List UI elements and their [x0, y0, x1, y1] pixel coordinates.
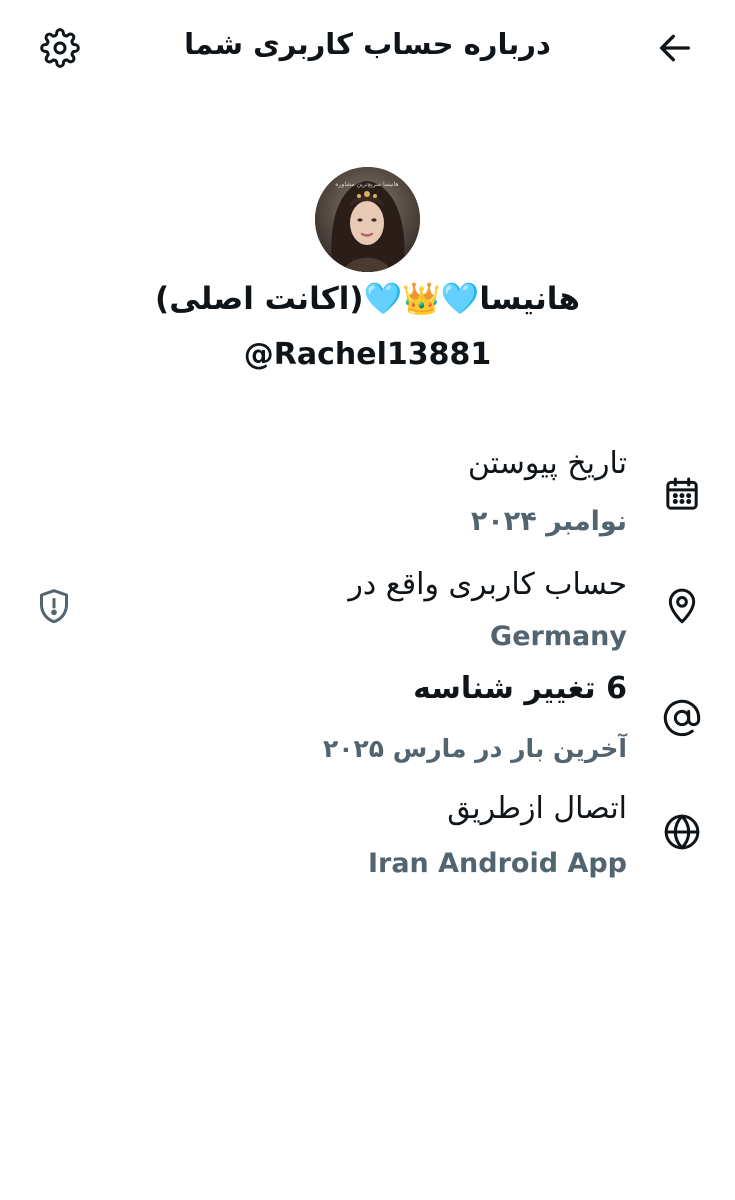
gear-icon: [40, 28, 80, 68]
display-name: هانیسا🩵👑🩵(اکانت اصلی): [155, 281, 580, 317]
connected-via-value: Iran Android App: [367, 848, 627, 879]
username: @Rachel13881: [243, 337, 492, 372]
about-account-page: درباره حساب کاربری شما: [0, 0, 735, 1200]
joined-label: تاریخ پیوستن: [467, 446, 627, 481]
avatar-watermark: هانیسا سریع‌ترین مشاوره: [335, 181, 398, 188]
connected-via-label: اتصال ازطریق: [447, 791, 627, 826]
page-title: درباره حساب کاربری شما: [184, 27, 551, 61]
arrow-left-icon: [660, 34, 690, 62]
globe-icon: [660, 810, 704, 854]
avatar[interactable]: هانیسا سریع‌ترین مشاوره: [315, 167, 420, 272]
shield-alert-icon: [40, 589, 68, 624]
avatar-photo: هانیسا سریع‌ترین مشاوره: [315, 167, 420, 272]
handle-changes-label: 6 تغییر شناسه: [413, 671, 627, 706]
location-pin-icon: [660, 584, 704, 628]
at-sign-icon: [660, 696, 704, 740]
calendar-icon: [660, 472, 704, 516]
settings-button[interactable]: [38, 26, 82, 70]
shield-alert-button[interactable]: [32, 584, 76, 628]
back-button[interactable]: [652, 26, 698, 70]
header: درباره حساب کاربری شما: [0, 0, 735, 92]
location-label: حساب کاربری واقع در: [348, 567, 627, 602]
location-value: Germany: [490, 621, 627, 652]
handle-changes-value: آخرین بار در مارس ۲۰۲۵: [322, 734, 627, 763]
joined-value: نوامبر ۲۰۲۴: [470, 506, 627, 537]
